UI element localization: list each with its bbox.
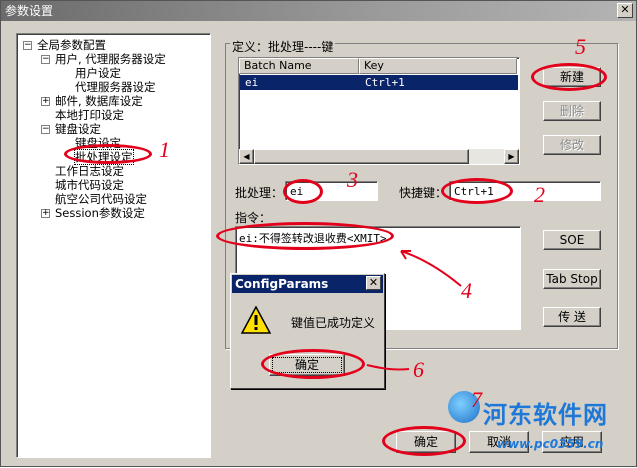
settings-window: 参数设置 ✕ − 全局参数配置 − 用户, 代理服务器设定 用户设定 代理服务器设定 + 邮件… [0,0,637,467]
annotation-arrows [366,250,462,371]
